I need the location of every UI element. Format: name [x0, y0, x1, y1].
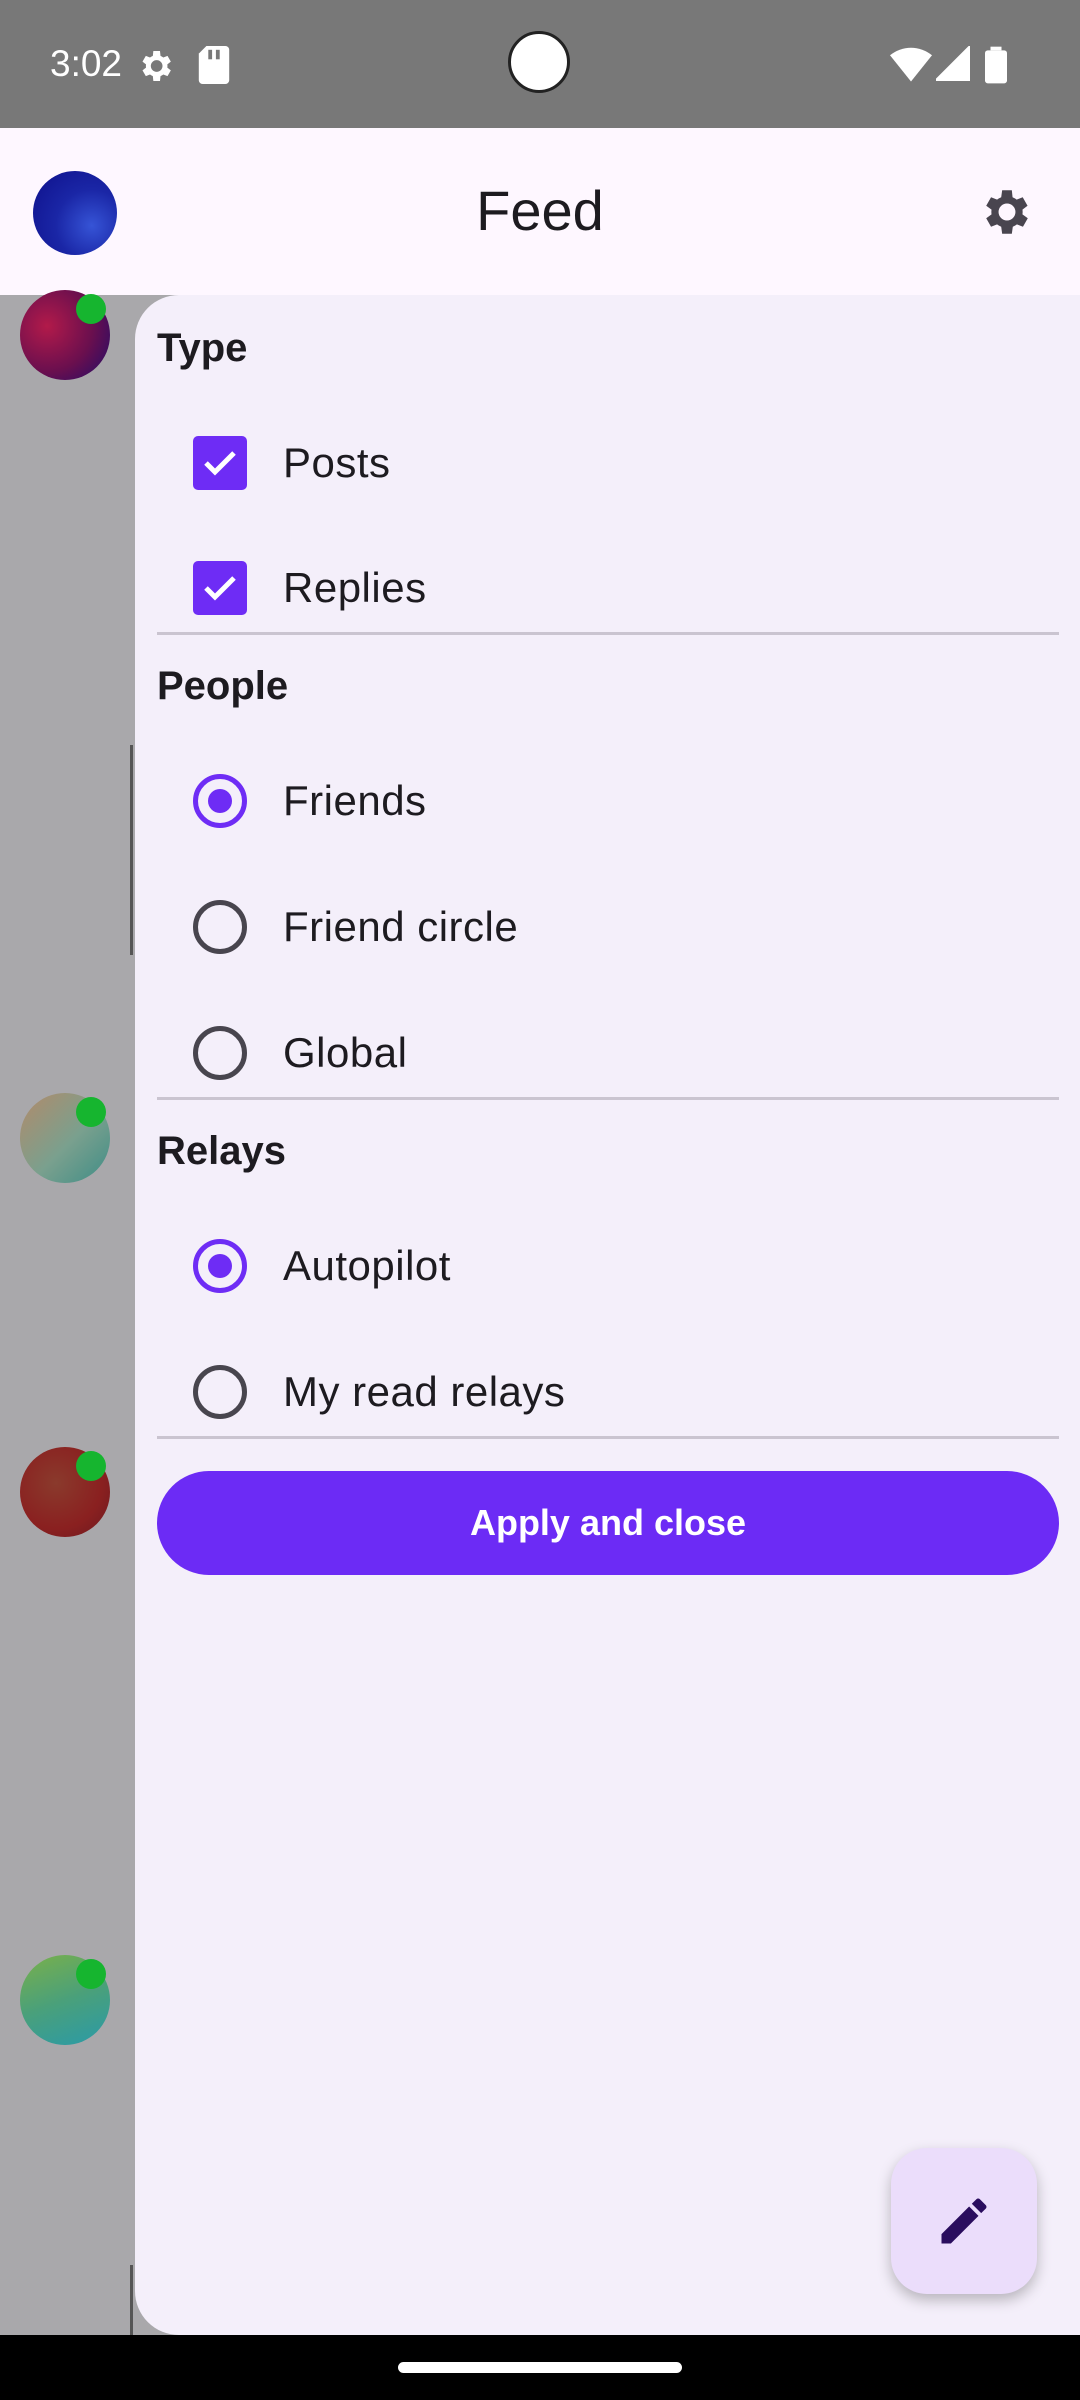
wifi-icon [890, 46, 932, 87]
option-label: Friends [283, 777, 427, 824]
section-divider [157, 632, 1059, 635]
feed-filter-drawer: Type Posts Replies People Friends Friend… [135, 295, 1080, 2335]
checkbox-posts[interactable]: Posts [135, 408, 1080, 518]
feed-divider [130, 745, 133, 955]
section-title-relays: Relays [157, 1129, 286, 1173]
radio-unselected-icon[interactable] [193, 900, 247, 954]
option-label: My read relays [283, 1368, 566, 1415]
home-gesture-handle[interactable] [398, 2362, 682, 2373]
settings-status-icon [135, 46, 175, 91]
radio-global[interactable]: Global [135, 998, 1080, 1108]
verified-icon [76, 1959, 106, 1989]
option-label: Autopilot [283, 1242, 451, 1289]
status-time: 3:02 [50, 43, 123, 84]
radio-friends[interactable]: Friends [135, 746, 1080, 856]
sd-card-icon [198, 46, 230, 89]
apply-and-close-button[interactable]: Apply and close [157, 1471, 1059, 1575]
verified-icon [76, 294, 106, 324]
checkbox-checked-icon[interactable] [193, 561, 247, 615]
radio-autopilot[interactable]: Autopilot [135, 1211, 1080, 1321]
option-label: Friend circle [283, 903, 519, 950]
status-bar: 3:02 [0, 0, 1080, 128]
radio-unselected-icon[interactable] [193, 1026, 247, 1080]
option-label: Posts [283, 439, 391, 486]
section-title-people: People [157, 664, 289, 708]
option-label: Global [283, 1029, 408, 1076]
gear-icon[interactable] [978, 183, 1036, 241]
verified-icon [76, 1451, 106, 1481]
radio-unselected-icon[interactable] [193, 1365, 247, 1419]
app-bar: Feed [0, 128, 1080, 295]
section-title-type: Type [157, 326, 248, 370]
verified-icon [76, 1097, 106, 1127]
section-divider [157, 1097, 1059, 1100]
page-title: Feed [476, 179, 604, 242]
checkbox-replies[interactable]: Replies [135, 533, 1080, 643]
checkbox-checked-icon[interactable] [193, 436, 247, 490]
radio-friend-circle[interactable]: Friend circle [135, 872, 1080, 982]
radio-selected-icon[interactable] [193, 1239, 247, 1293]
radio-selected-icon[interactable] [193, 774, 247, 828]
camera-cutout [508, 31, 570, 93]
compose-fab[interactable] [891, 2148, 1037, 2294]
section-divider [157, 1436, 1059, 1439]
battery-icon [985, 46, 1007, 89]
navigation-bar [0, 2335, 1080, 2400]
signal-icon [933, 44, 970, 87]
edit-pencil-icon [941, 2198, 987, 2244]
radio-my-read-relays[interactable]: My read relays [135, 1337, 1080, 1447]
feed-divider [130, 2265, 133, 2335]
option-label: Replies [283, 564, 427, 611]
